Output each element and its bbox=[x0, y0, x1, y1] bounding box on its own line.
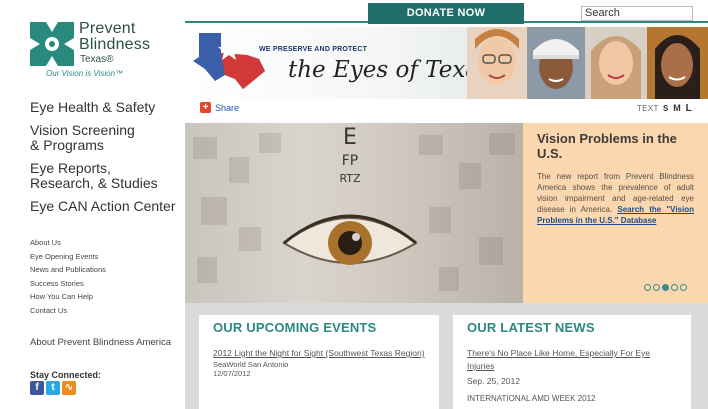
nav-contact-us[interactable]: Contact Us bbox=[30, 304, 106, 318]
slider-dot-4[interactable] bbox=[671, 284, 678, 291]
logo-line-2: Blindness bbox=[79, 36, 151, 53]
portrait-man-image bbox=[647, 27, 708, 99]
nav-vision-screening[interactable]: Vision Screening & Programs bbox=[30, 123, 185, 153]
news-date: Sep. 25, 2012 bbox=[467, 376, 520, 386]
event-link[interactable]: 2012 Light the Night for Sight (Southwes… bbox=[213, 347, 425, 360]
nav-eye-can-action[interactable]: Eye CAN Action Center bbox=[30, 199, 185, 214]
logo[interactable]: Prevent Blindness Texas® Our Vision is V… bbox=[30, 20, 180, 82]
slider-pagination bbox=[644, 284, 687, 291]
portrait-woman-image bbox=[585, 27, 647, 99]
nav-eye-opening-events[interactable]: Eye Opening Events bbox=[30, 250, 106, 264]
text-size-label: TEXT bbox=[637, 104, 659, 113]
slider-dot-1[interactable] bbox=[644, 284, 651, 291]
text-size-medium[interactable]: M bbox=[673, 103, 681, 113]
logo-tagline: Our Vision is Vision™ bbox=[46, 69, 124, 78]
text-size-control: TEXT S M L bbox=[637, 103, 692, 114]
nav-eye-reports[interactable]: Eye Reports, Research, & Studies bbox=[30, 161, 185, 191]
news-next-item[interactable]: INTERNATIONAL AMD WEEK 2012 bbox=[467, 394, 677, 403]
logo-state: Texas® bbox=[80, 54, 114, 65]
donate-button[interactable]: DONATE NOW bbox=[368, 3, 524, 24]
plus-icon: + bbox=[200, 102, 211, 113]
facebook-icon[interactable]: f bbox=[30, 381, 44, 395]
upcoming-events-panel: OUR UPCOMING EVENTS 2012 Light the Night… bbox=[199, 315, 439, 409]
social-links: f t ∿ bbox=[30, 381, 76, 395]
nav-success-stories[interactable]: Success Stories bbox=[30, 277, 106, 291]
slider-dot-5[interactable] bbox=[680, 284, 687, 291]
banner: WE PRESERVE AND PROTECT the Eyes of Texa… bbox=[185, 27, 708, 99]
slide-body: The new report from Prevent Blindness Am… bbox=[537, 171, 694, 226]
eye-chart-row-1: E bbox=[343, 125, 357, 150]
slider-dot-2[interactable] bbox=[653, 284, 660, 291]
rss-icon[interactable]: ∿ bbox=[62, 381, 76, 395]
main-nav: Eye Health & Safety Vision Screening & P… bbox=[30, 100, 185, 214]
nav-eye-health-safety[interactable]: Eye Health & Safety bbox=[30, 100, 185, 115]
secondary-nav: About Us Eye Opening Events News and Pub… bbox=[30, 236, 106, 317]
event-date: 12/07/2012 bbox=[213, 369, 251, 378]
eye-icon bbox=[282, 214, 418, 265]
slide-title: Vision Problems in the U.S. bbox=[537, 131, 677, 161]
banner-preserve-text: WE PRESERVE AND PROTECT bbox=[259, 46, 368, 53]
event-venue: SeaWorld San Antonio bbox=[213, 360, 289, 369]
nav-about-us[interactable]: About Us bbox=[30, 236, 106, 250]
latest-news-panel: OUR LATEST NEWS There's No Place Like Ho… bbox=[453, 315, 691, 409]
twitter-icon[interactable]: t bbox=[46, 381, 60, 395]
banner-headline: the Eyes of Texas bbox=[288, 57, 491, 83]
texas-map-icon bbox=[193, 33, 265, 89]
text-size-large[interactable]: L bbox=[686, 103, 692, 114]
nav-news-publications[interactable]: News and Publications bbox=[30, 263, 106, 277]
logo-mark-icon bbox=[30, 22, 74, 66]
events-title: OUR UPCOMING EVENTS bbox=[213, 320, 377, 335]
text-size-small[interactable]: S bbox=[663, 104, 669, 113]
news-title: OUR LATEST NEWS bbox=[467, 320, 595, 335]
about-pba-link[interactable]: About Prevent Blindness America bbox=[30, 337, 171, 348]
slide-caption: Vision Problems in the U.S. The new repo… bbox=[523, 123, 708, 303]
share-button[interactable]: + Share bbox=[200, 102, 239, 113]
nav-how-you-can-help[interactable]: How You Can Help bbox=[30, 290, 106, 304]
hero-image: E FP RTZ bbox=[185, 123, 523, 303]
share-label: Share bbox=[215, 102, 240, 113]
stay-connected-label: Stay Connected: bbox=[30, 370, 102, 380]
eye-chart-row-3: RTZ bbox=[339, 172, 361, 185]
slider-dot-3[interactable] bbox=[662, 284, 669, 291]
news-link[interactable]: There's No Place Like Home, Especially F… bbox=[467, 347, 677, 373]
portrait-child-image bbox=[467, 27, 527, 99]
eye-chart: E FP RTZ bbox=[320, 125, 380, 187]
portrait-worker-image bbox=[527, 27, 585, 99]
search-input[interactable]: Search bbox=[581, 6, 693, 21]
eye-chart-row-2: FP bbox=[341, 153, 359, 169]
